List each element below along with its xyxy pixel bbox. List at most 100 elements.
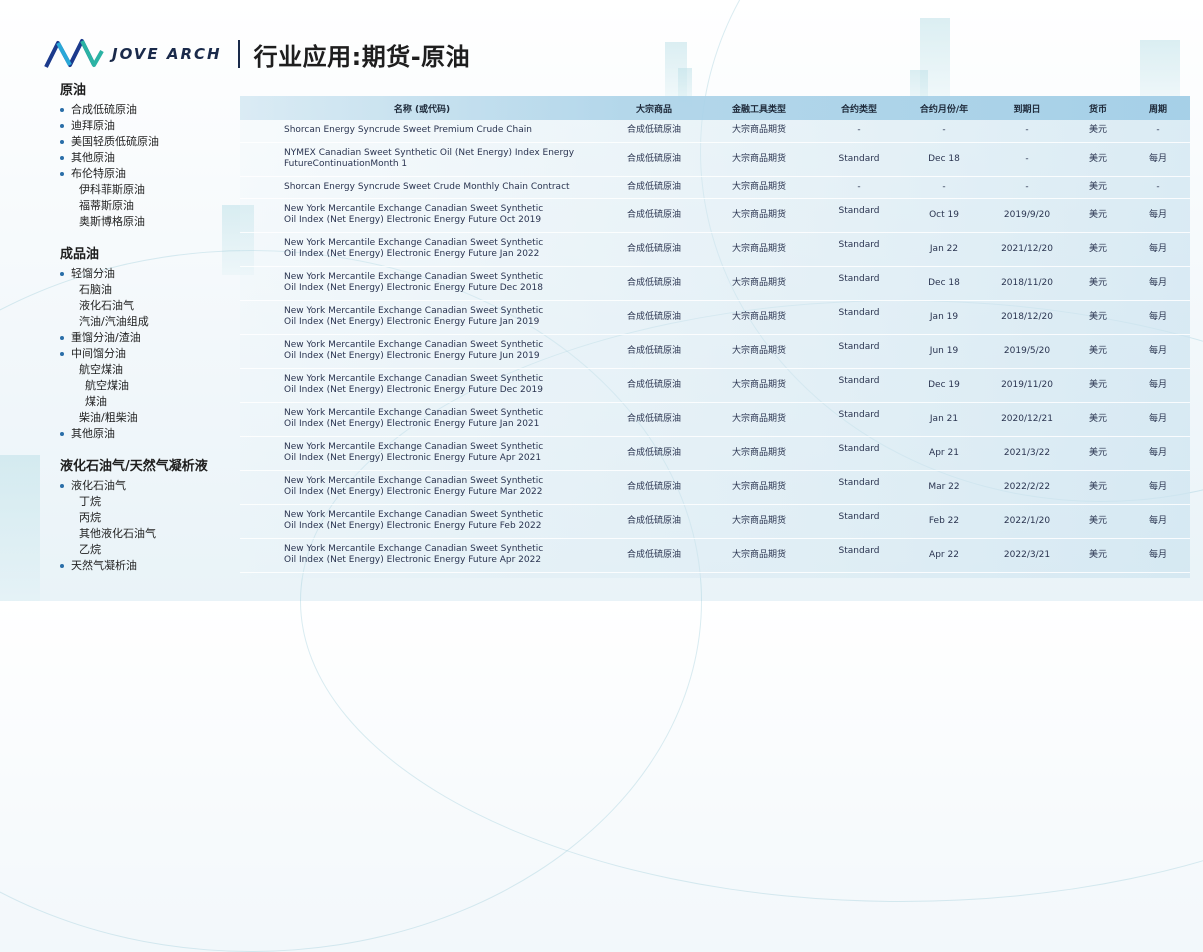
name-line: New York Mercantile Exchange Canadian Sw…	[284, 544, 544, 554]
contract-month-cell: -	[904, 120, 984, 143]
expiry-date-cell: 2018/12/20	[984, 300, 1070, 335]
column-header-expiry-date[interactable]: 到期日	[984, 96, 1070, 120]
period-cell: 每月	[1126, 142, 1190, 177]
sidebar-item[interactable]: 迪拜原油	[60, 118, 250, 134]
period-cell: 每月	[1126, 538, 1190, 573]
sidebar-item[interactable]: 乙烷	[60, 542, 250, 558]
column-header-contract-month[interactable]: 合约月份/年	[904, 96, 984, 120]
contract-type-cell: Standard	[814, 402, 904, 437]
table-row[interactable]: New York Mercantile Exchange Canadian Sw…	[240, 300, 1190, 335]
name-cell: Shorcan Energy Syncrude Sweet Premium Cr…	[240, 120, 604, 143]
name-line: New York Mercantile Exchange Canadian Sw…	[284, 272, 544, 282]
commodity-cell: 合成低硫原油	[604, 368, 704, 403]
sidebar-item[interactable]: 液化石油气	[60, 478, 250, 494]
currency-cell: 美元	[1070, 300, 1126, 335]
expiry-date-cell: 2021/12/20	[984, 232, 1070, 267]
table-row[interactable]: New York Mercantile Exchange Canadian Sw…	[240, 198, 1190, 233]
period-cell: 每月	[1126, 470, 1190, 505]
column-header-name[interactable]: 名称 (或代码)	[240, 96, 604, 120]
commodity-cell: 合成低硫原油	[604, 266, 704, 301]
contract-type-cell: Standard	[814, 198, 904, 233]
table-row[interactable]: New York Mercantile Exchange Canadian Sw…	[240, 232, 1190, 267]
table-row[interactable]: NYMEX Canadian Sweet Synthetic Oil (Net …	[240, 142, 1190, 177]
sidebar-item[interactable]: 石脑油	[60, 282, 250, 298]
sidebar-item[interactable]: 煤油	[60, 394, 250, 410]
contract-type-cell: Standard	[814, 470, 904, 505]
sidebar-item[interactable]: 合成低硫原油	[60, 102, 250, 118]
instrument-type-cell: 大宗商品期货	[704, 232, 814, 267]
name-line: New York Mercantile Exchange Canadian Sw…	[284, 476, 544, 486]
expiry-date-cell: -	[984, 142, 1070, 177]
sidebar-item[interactable]: 其他液化石油气	[60, 526, 250, 542]
sidebar-item[interactable]: 天然气凝析油	[60, 558, 250, 574]
table-row[interactable]: New York Mercantile Exchange Canadian Sw…	[240, 538, 1190, 573]
contract-type-cell: Standard	[814, 142, 904, 177]
category-sidebar: 原油 合成低硫原油 迪拜原油 美国轻质低硫原油 其他原油 布伦特原油 伊科菲斯原油 福蒂斯原油…	[60, 82, 250, 574]
table-row[interactable]: Shorcan Energy Syncrude Sweet Premium Cr…	[240, 120, 1190, 143]
sidebar-item[interactable]: 布伦特原油	[60, 166, 250, 182]
table-row[interactable]: New York Mercantile Exchange Canadian Sw…	[240, 504, 1190, 539]
sidebar-item[interactable]: 其他原油	[60, 426, 250, 442]
sidebar-item[interactable]: 中间馏分油	[60, 346, 250, 362]
currency-cell: 美元	[1070, 232, 1126, 267]
instrument-type-cell: 大宗商品期货	[704, 120, 814, 143]
contract-month-cell: Dec 18	[904, 142, 984, 177]
table-row[interactable]: New York Mercantile Exchange Canadian Sw…	[240, 266, 1190, 301]
commodity-cell: 合成低硫原油	[604, 120, 704, 143]
name-line: Shorcan Energy Syncrude Sweet Crude Mont…	[284, 181, 570, 192]
instrument-type-cell: 大宗商品期货	[704, 198, 814, 233]
instrument-type-cell: 大宗商品期货	[704, 266, 814, 301]
contract-month-cell: Apr 22	[904, 538, 984, 573]
sidebar-item[interactable]: 美国轻质低硫原油	[60, 134, 250, 150]
sidebar-item[interactable]: 其他原油	[60, 150, 250, 166]
contract-type-cell: Standard	[814, 300, 904, 335]
column-header-currency[interactable]: 货币	[1070, 96, 1126, 120]
name-line: New York Mercantile Exchange Canadian Sw…	[284, 306, 544, 316]
sidebar-item[interactable]: 航空煤油	[60, 362, 250, 378]
column-header-instrument-type[interactable]: 金融工具类型	[704, 96, 814, 120]
sidebar-item[interactable]: 丙烷	[60, 510, 250, 526]
expiry-date-cell: 2022/3/21	[984, 538, 1070, 573]
contract-month-cell: Feb 22	[904, 504, 984, 539]
sidebar-item[interactable]: 液化石油气	[60, 298, 250, 314]
sidebar-item[interactable]: 伊科菲斯原油	[60, 182, 250, 198]
table-row[interactable]: New York Mercantile Exchange Canadian Sw…	[240, 436, 1190, 471]
column-header-contract-type[interactable]: 合约类型	[814, 96, 904, 120]
sidebar-item[interactable]: 丁烷	[60, 494, 250, 510]
name-line: New York Mercantile Exchange Canadian Sw…	[284, 238, 544, 248]
currency-cell: 美元	[1070, 538, 1126, 573]
name-cell: New York Mercantile Exchange Canadian Sw…	[240, 538, 604, 573]
name-cell: New York Mercantile Exchange Canadian Sw…	[240, 504, 604, 539]
currency-cell: 美元	[1070, 504, 1126, 539]
expiry-date-cell: 2018/11/20	[984, 266, 1070, 301]
expiry-date-cell: 2020/12/21	[984, 402, 1070, 437]
sidebar-item[interactable]: 柴油/粗柴油	[60, 410, 250, 426]
sidebar-item[interactable]: 奥斯博格原油	[60, 214, 250, 230]
instrument-type-cell: 大宗商品期货	[704, 504, 814, 539]
table-header-row: 名称 (或代码) 大宗商品 金融工具类型 合约类型 合约月份/年 到期日 货币 周期	[240, 96, 1190, 120]
commodity-cell: 合成低硫原油	[604, 538, 704, 573]
contract-type-cell: Standard	[814, 504, 904, 539]
table-row[interactable]: Shorcan Energy Syncrude Sweet Crude Mont…	[240, 176, 1190, 199]
sidebar-group-heading: 原油	[60, 83, 87, 98]
table-row[interactable]: New York Mercantile Exchange Canadian Sw…	[240, 470, 1190, 505]
currency-cell: 美元	[1070, 402, 1126, 437]
name-cell: New York Mercantile Exchange Canadian Sw…	[240, 402, 604, 437]
contract-type-cell: Standard	[814, 334, 904, 369]
table-row[interactable]: New York Mercantile Exchange Canadian Sw…	[240, 368, 1190, 403]
sidebar-item[interactable]: 轻馏分油	[60, 266, 250, 282]
page-title: 行业应用:期货-原油	[253, 42, 471, 71]
sidebar-item[interactable]: 航空煤油	[60, 378, 250, 394]
sidebar-item[interactable]: 福蒂斯原油	[60, 198, 250, 214]
currency-cell: 美元	[1070, 436, 1126, 471]
sidebar-item[interactable]: 汽油/汽油组成	[60, 314, 250, 330]
table-row[interactable]: New York Mercantile Exchange Canadian Sw…	[240, 334, 1190, 369]
table-row[interactable]: New York Mercantile Exchange Canadian Sw…	[240, 402, 1190, 437]
sidebar-item[interactable]: 重馏分油/渣油	[60, 330, 250, 346]
contract-type-cell: Standard	[814, 232, 904, 267]
name-cell: Shorcan Energy Syncrude Sweet Crude Mont…	[240, 176, 604, 199]
column-header-commodity[interactable]: 大宗商品	[604, 96, 704, 120]
column-header-period[interactable]: 周期	[1126, 96, 1190, 120]
name-cell: New York Mercantile Exchange Canadian Sw…	[240, 300, 604, 335]
futures-table-panel: 名称 (或代码) 大宗商品 金融工具类型 合约类型 合约月份/年 到期日 货币 周期 Shor…	[240, 96, 1190, 578]
